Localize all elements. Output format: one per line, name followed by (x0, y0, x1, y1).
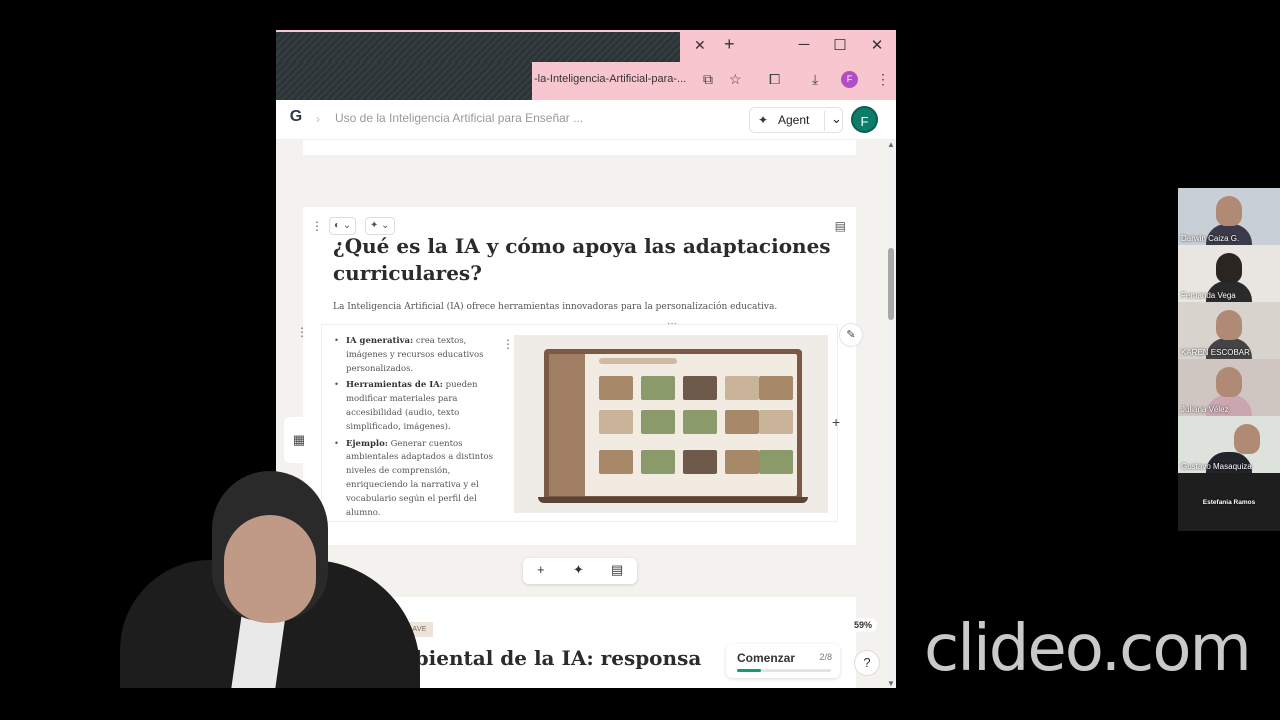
screen: ✕ + ─ ☐ ✕ -la-Inteligencia-Artificial-pa… (0, 0, 1280, 720)
illustration-tile (759, 376, 793, 400)
layout-handle-icon[interactable]: ··· (667, 318, 677, 329)
window-close-icon[interactable]: ✕ (867, 36, 887, 54)
add-card-icon[interactable]: + (537, 562, 545, 577)
progress-fill (737, 669, 761, 672)
user-avatar[interactable]: F (851, 106, 878, 133)
minimize-icon[interactable]: ─ (794, 36, 814, 53)
illustration-tile (683, 410, 717, 434)
tab-bar: ✕ + ─ ☐ ✕ (276, 30, 896, 62)
illustration-tile (599, 410, 633, 434)
extensions-icon[interactable]: ⧠ (769, 71, 780, 88)
image-menu-icon[interactable]: ⋮ (502, 337, 514, 351)
participant-tile[interactable]: Darwin Caiza G. (1178, 188, 1280, 245)
bullet-term: Herramientas de IA: (346, 380, 443, 391)
sparkle-icon: ✦ (758, 113, 769, 127)
participant-name: KAREN ESCOBAR (1181, 348, 1250, 357)
laptop-base (538, 497, 808, 503)
participant-tile[interactable]: Estefania Ramos (1178, 473, 1280, 531)
notes-icon[interactable]: ▤ (835, 219, 846, 233)
url-text[interactable]: -la-Inteligencia-Artificial-para-... (534, 73, 686, 85)
participant-tile[interactable]: Juliana Vélez (1178, 359, 1280, 416)
agent-button[interactable]: ✦ Agent ⌄ (749, 107, 843, 133)
participant-head (1234, 424, 1260, 454)
gamma-logo-icon[interactable]: G (286, 108, 306, 130)
illustration-tile (683, 376, 717, 400)
new-tab-button[interactable]: + (724, 34, 735, 55)
participant-tile[interactable]: KAREN ESCOBAR (1178, 302, 1280, 359)
participant-tile[interactable]: Fernanda Vega (1178, 245, 1280, 302)
scrollbar[interactable]: ▲ ▼ (886, 140, 896, 688)
illustration-tile (725, 410, 759, 434)
media-tool-icon[interactable]: ▦ (284, 417, 314, 463)
install-app-icon[interactable]: ⧉ (703, 71, 713, 88)
illustration-tile (759, 410, 793, 434)
participant-name: Juliana Vélez (1181, 405, 1229, 414)
participant-head (1216, 196, 1242, 226)
card-menu-icon[interactable]: ⋮ (311, 219, 323, 233)
illustration-tile (725, 450, 759, 474)
participant-name: Gustavo Masaquiza (1181, 462, 1252, 471)
chevron-down-icon[interactable]: ⌄ (824, 111, 842, 131)
illustration-tile (683, 450, 717, 474)
list-item[interactable]: IA generativa: crea textos, imágenes y r… (330, 335, 500, 376)
tab-close-icon[interactable]: ✕ (694, 37, 706, 54)
insert-toolbar: + ✦ ▤ (523, 558, 637, 584)
agent-label: Agent (778, 113, 810, 127)
participant-panel: Darwin Caiza G. Fernanda Vega KAREN ESCO… (1178, 188, 1280, 531)
illustration-tile (641, 376, 675, 400)
card-title[interactable]: ¿Qué es la IA y cómo apoya las adaptacio… (333, 233, 833, 287)
app-header: G › Uso de la Inteligencia Artificial pa… (276, 100, 896, 140)
illustration-tile (641, 410, 675, 434)
illustration-tile (641, 450, 675, 474)
progress-count: 2/8 (819, 652, 832, 662)
participant-name: Fernanda Vega (1181, 291, 1236, 300)
participant-tile[interactable]: Gustavo Masaquiza (1178, 416, 1280, 473)
illustration-tile (599, 376, 633, 400)
comenzar-button[interactable]: Comenzar 2/8 (726, 644, 840, 678)
laptop-illustration (544, 349, 802, 501)
participant-name: Darwin Caiza G. (1181, 234, 1240, 243)
illustration-tile (599, 450, 633, 474)
browser-menu-icon[interactable]: ⋮ (876, 71, 890, 88)
presenter-webcam (120, 465, 420, 688)
help-button[interactable]: ? (854, 650, 880, 676)
scroll-down-icon[interactable]: ▼ (887, 679, 895, 688)
progress-track (737, 669, 831, 672)
address-bar: -la-Inteligencia-Artificial-para-... ⧉ ☆… (276, 62, 896, 108)
bookmark-star-icon[interactable]: ☆ (729, 71, 742, 88)
illustration-searchbar (599, 358, 677, 364)
card-intro[interactable]: La Inteligencia Artificial (IA) ofrece h… (333, 302, 777, 312)
layout-icon[interactable]: ▤ (611, 562, 623, 578)
document-breadcrumb[interactable]: Uso de la Inteligencia Artificial para E… (335, 111, 583, 125)
zoom-level[interactable]: 59% (849, 618, 878, 632)
scroll-up-icon[interactable]: ▲ (887, 140, 895, 149)
maximize-icon[interactable]: ☐ (830, 36, 850, 54)
list-item[interactable]: Herramientas de IA: pueden modificar mat… (330, 379, 500, 434)
comenzar-label: Comenzar (737, 651, 796, 665)
illustration-image[interactable] (514, 335, 828, 513)
add-column-icon[interactable]: + (832, 414, 840, 430)
illustration-sidebar (549, 354, 585, 496)
watermark-logo: clideo.com (924, 612, 1252, 686)
participant-name: Estefania Ramos (1202, 499, 1256, 506)
scroll-thumb[interactable] (888, 248, 894, 320)
illustration-tile (725, 376, 759, 400)
participant-head (1216, 367, 1242, 397)
profile-avatar[interactable]: F (841, 71, 858, 88)
row-menu-icon[interactable]: ⋮ (296, 325, 308, 339)
comment-icon[interactable]: ✎ (839, 323, 863, 347)
ai-generate-icon[interactable]: ✦ (573, 562, 584, 578)
chevron-right-icon: › (316, 112, 320, 126)
presenter-face (224, 515, 316, 623)
bullet-term: IA generativa: (346, 336, 414, 346)
participant-head (1216, 253, 1242, 283)
participant-head (1216, 310, 1242, 340)
redacted-tab-area (276, 32, 680, 62)
laptop-screen (549, 354, 797, 496)
illustration-tile (759, 450, 793, 474)
previous-card (303, 140, 856, 155)
bullet-term: Ejemplo: (346, 438, 388, 449)
download-icon[interactable]: ⤓ (812, 71, 818, 88)
